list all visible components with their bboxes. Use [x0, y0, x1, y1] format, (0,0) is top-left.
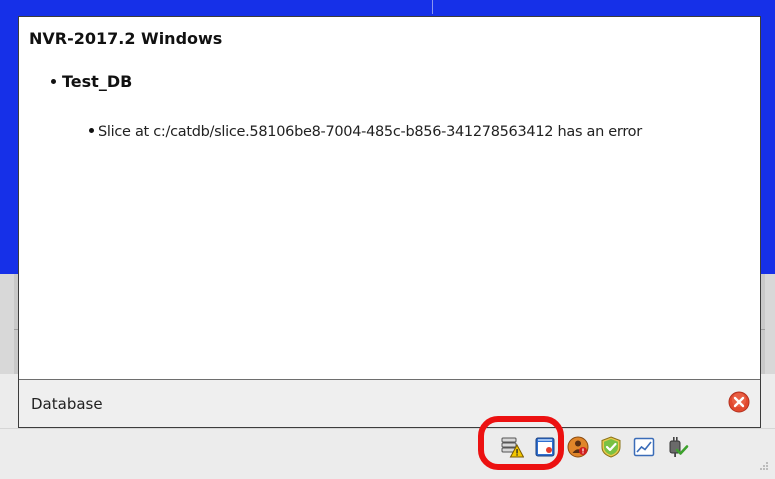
desktop-screen: NVR-2017.2 Windows Test_DB Slice at c:/c… — [0, 0, 775, 479]
plug-check-icon[interactable] — [665, 435, 689, 459]
footer-category-label: Database — [31, 395, 103, 413]
chart-icon[interactable] — [632, 435, 656, 459]
app-title: NVR-2017.2 Windows — [29, 29, 223, 48]
bullet-dot-icon — [51, 79, 56, 84]
error-message: Slice at c:/catdb/slice.58106be8-7004-48… — [98, 124, 642, 140]
error-message-bullet: Slice at c:/catdb/slice.58106be8-7004-48… — [89, 121, 749, 143]
database-warning-icon[interactable] — [500, 435, 524, 459]
window-icon[interactable] — [533, 435, 557, 459]
resize-grip-icon[interactable] — [759, 461, 769, 471]
database-bullet: Test_DB — [51, 72, 132, 91]
notification-footer: Database — [19, 380, 760, 427]
background-edge-right — [765, 274, 775, 374]
user-alert-icon[interactable] — [566, 435, 590, 459]
bullet-dot-icon — [89, 128, 94, 133]
background-edge-left — [0, 274, 14, 374]
notification-body: NVR-2017.2 Windows Test_DB Slice at c:/c… — [19, 17, 760, 379]
notification-popup: NVR-2017.2 Windows Test_DB Slice at c:/c… — [18, 16, 761, 428]
background-divider — [432, 0, 433, 14]
close-icon[interactable] — [728, 391, 750, 413]
database-name: Test_DB — [62, 72, 133, 91]
system-tray — [500, 427, 698, 467]
shield-check-icon[interactable] — [599, 435, 623, 459]
